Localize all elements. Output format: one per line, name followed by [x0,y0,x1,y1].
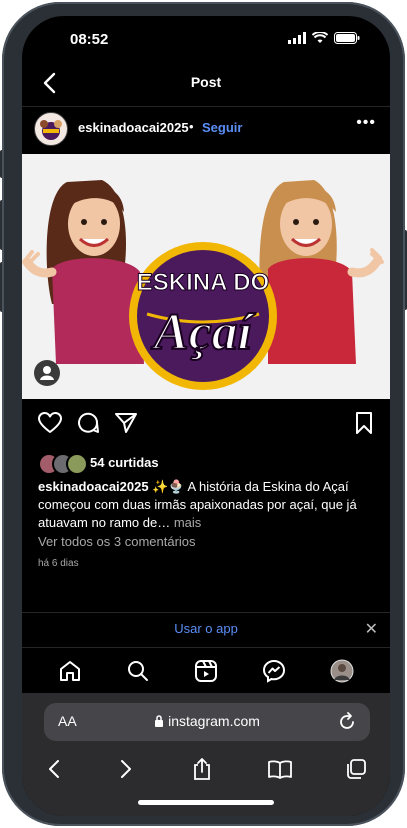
status-time: 08:52 [70,31,109,48]
address-bar[interactable]: AA instagram.com [44,703,370,741]
page-title: Post [190,74,222,90]
right-girl-illustration [259,180,384,364]
close-icon[interactable]: ✕ [365,619,378,639]
back-icon[interactable] [40,755,68,783]
home-icon[interactable] [56,657,84,685]
bottom-nav [22,647,390,693]
post-actions [22,408,390,440]
top-bar: Post [22,62,390,107]
dynamic-island [140,16,274,48]
post-time-ago: há 6 dias [38,558,79,569]
bookmark-icon[interactable] [354,411,374,440]
tabs-icon[interactable] [342,755,370,783]
send-icon[interactable] [114,411,138,440]
profile-avatar[interactable] [328,657,356,685]
signal-icon [288,32,306,44]
reels-icon[interactable] [192,657,220,685]
user-avatar[interactable] [34,112,68,146]
reload-icon[interactable] [338,711,356,736]
post-image[interactable]: ESKINA DO Açaí [22,154,390,399]
left-girl-illustration [22,180,144,364]
home-indicator[interactable] [138,800,274,805]
post-illustration: ESKINA DO Açaí [22,180,384,390]
messenger-icon[interactable] [260,657,288,685]
bookmarks-icon[interactable] [266,755,294,783]
use-app-banner: Usar o app ✕ [22,612,390,648]
liker-avatar [66,453,88,475]
follow-button[interactable]: Seguir [202,120,242,135]
caption-username[interactable]: eskinadoacai2025 [38,479,149,494]
user-tag-icon[interactable] [34,360,60,386]
forward-icon[interactable] [112,755,140,783]
phone-frame: 08:52 Post eskinadoacai2025 • Seguir •••… [2,2,405,826]
url-text: instagram.com [168,713,260,729]
battery-icon [334,32,360,44]
lock-icon [155,715,164,727]
likes-count[interactable]: 54 curtidas [90,455,159,470]
share-icon[interactable] [188,755,216,783]
url-display[interactable]: instagram.com [44,713,370,729]
heart-icon[interactable] [38,412,62,439]
view-comments-link[interactable]: Ver todos os 3 comentários [38,534,196,549]
caption-more-link[interactable]: mais [170,515,201,530]
wifi-icon [312,32,328,43]
likes-row[interactable]: 54 curtidas [38,453,378,475]
logo-line1: ESKINA DO [137,269,269,296]
post-header: eskinadoacai2025 • Seguir ••• [22,108,390,154]
comment-icon[interactable] [76,411,100,440]
post-username[interactable]: eskinadoacai2025 [78,120,189,135]
separator-dot: • [189,119,194,134]
more-options-icon[interactable]: ••• [356,114,376,132]
status-icons [288,32,360,44]
logo-line2: Açaí [151,304,256,361]
phone-screen: 08:52 Post eskinadoacai2025 • Seguir •••… [22,16,390,816]
use-app-link[interactable]: Usar o app [22,621,390,636]
safari-toolbar: AA instagram.com [22,693,390,816]
search-icon[interactable] [124,657,152,685]
post-caption: eskinadoacai2025 ✨🍨 A história da Eskina… [38,478,374,532]
